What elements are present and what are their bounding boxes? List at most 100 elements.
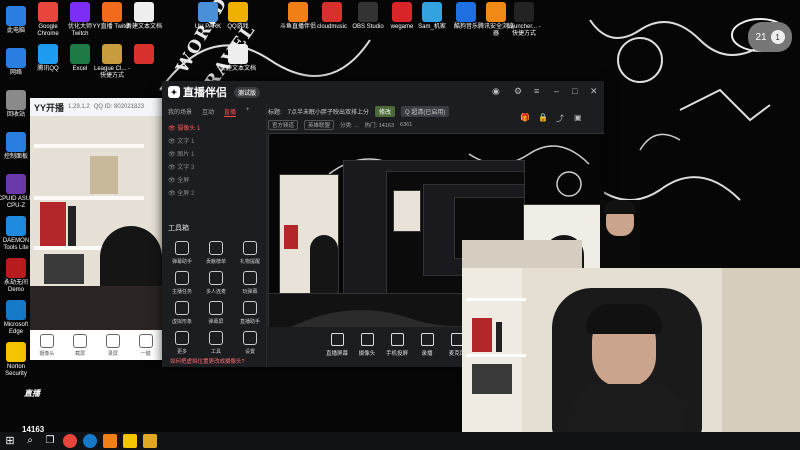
wegame-icon	[392, 2, 412, 22]
yy-button-3[interactable]: 一键	[138, 333, 153, 357]
window-icon[interactable]: ▣	[574, 113, 582, 122]
task-view-icon[interactable]: ❐	[43, 434, 57, 448]
avatar-icon[interactable]: ◉	[492, 86, 500, 97]
eye-icon[interactable]: 👁	[168, 178, 177, 184]
scene-source-0[interactable]: 👁 摄像头 1	[168, 123, 200, 132]
minimize-icon[interactable]: –	[554, 86, 559, 96]
quality-status[interactable]: Q 超清(已启用)	[401, 105, 450, 117]
studio-tab-0[interactable]: 我的场景	[168, 107, 192, 117]
lock-icon[interactable]: 🔒	[538, 113, 548, 122]
daemon-tools-icon	[6, 216, 26, 236]
scene-source-2[interactable]: 👁 图片 1	[168, 149, 194, 158]
source-name: 摄像头 1	[177, 126, 201, 132]
edge-taskbar-icon[interactable]	[83, 434, 97, 448]
control-icon	[390, 333, 404, 346]
yy-broadcast-window[interactable]: YY开播 1.29.1.2 QQ ID: 802021823 摄像头 截屏 录屏 一键	[30, 98, 162, 360]
control-1[interactable]: 摄像头	[354, 333, 380, 357]
desktop-top-icon-3[interactable]: 新建文本文档	[124, 2, 164, 31]
control-3[interactable]: 录播	[414, 333, 440, 357]
game-icon	[6, 258, 26, 278]
yy-button-0[interactable]: 摄像头	[39, 333, 54, 357]
eye-icon[interactable]: 👁	[168, 191, 177, 197]
tool-6[interactable]: 虚拟形象	[168, 301, 196, 325]
stream-meta-row: 官方频道 英雄联盟 分类: ... 热门: 14163 6361	[268, 119, 604, 130]
desktop-top-icon-13[interactable]: Launcher... - 快捷方式	[504, 2, 544, 38]
control-0[interactable]: 直播屏幕	[324, 333, 350, 357]
help-notice[interactable]: 如何把虚拟位置更改成摄像头?	[170, 357, 245, 365]
studio-logo-icon: ✦	[168, 86, 180, 98]
start-icon[interactable]: ⊞	[3, 434, 17, 448]
preview-yy-window	[279, 174, 339, 294]
clock-widget[interactable]: 21 1	[748, 22, 792, 52]
desktop-row2-icon-3[interactable]	[124, 44, 164, 66]
tool-9[interactable]: 更多	[168, 331, 196, 355]
launcher-icon	[514, 2, 534, 22]
recycle-bin-icon	[6, 90, 26, 110]
tool-11[interactable]: 设置	[236, 331, 264, 355]
streamer-shirt	[572, 384, 682, 432]
maximize-icon[interactable]: □	[572, 86, 577, 96]
source-name: 文字 3	[177, 165, 195, 171]
yy-button-label: 一键	[140, 350, 151, 357]
yy-button-1[interactable]: 截屏	[73, 333, 88, 357]
share-icon[interactable]: ⤴	[556, 113, 564, 124]
tool-0[interactable]: 弹幕助手	[168, 241, 196, 265]
yy-button-icon	[105, 333, 120, 348]
eye-icon[interactable]: 👁	[168, 126, 177, 132]
control-label: 录播	[421, 351, 433, 357]
scene-source-4[interactable]: 👁 全屏	[168, 175, 189, 184]
tool-10[interactable]: 工具	[202, 331, 230, 355]
tool-2[interactable]: 礼物提醒	[236, 241, 264, 265]
studio-tab-3[interactable]: +	[246, 107, 250, 117]
yy-titlebar[interactable]: YY开播 1.29.1.2 QQ ID: 802021823	[30, 98, 162, 117]
tool-4[interactable]: 多人连麦	[202, 271, 230, 295]
scene-source-1[interactable]: 👁 文字 1	[168, 136, 194, 145]
scene-source-3[interactable]: 👁 文字 3	[168, 162, 194, 171]
gift-icon[interactable]: 🎁	[520, 113, 530, 122]
scene-source-5[interactable]: 👁 全屏 2	[168, 188, 194, 197]
desktop-row2-icon-4[interactable]: 新建文本文档	[218, 44, 258, 73]
settings-icon[interactable]: ⚙	[514, 86, 522, 97]
menu-icon[interactable]: ≡	[534, 86, 539, 96]
tool-icon	[175, 301, 189, 315]
control-label: 摄像头	[358, 351, 376, 357]
desktop-icon-label: League Cl... - 快捷方式	[93, 66, 131, 79]
browser-icon	[486, 2, 506, 22]
meta-item-3: 热门: 14163	[364, 122, 395, 129]
studio-tab-2[interactable]: 直播	[224, 107, 237, 117]
tool-1[interactable]: 贡献榜单	[202, 241, 230, 265]
desktop-top-icon-5[interactable]: QQ游戏	[218, 2, 258, 31]
tool-label: 工具	[210, 349, 221, 355]
control-2[interactable]: 手机投屏	[384, 333, 410, 357]
tool-5[interactable]: 玩弹幕	[236, 271, 264, 295]
tool-3[interactable]: 主播任务	[168, 271, 196, 295]
desktop-icon-label: Norton Security	[5, 364, 27, 377]
tool-label: 虚拟形象	[171, 319, 192, 325]
eye-icon[interactable]: 👁	[168, 152, 177, 158]
desktop-top-icon-7[interactable]: cloudmusic	[312, 2, 352, 31]
stream-info-bar: 标题: 7点半未眠小胖子映出双排上分 修改 Q 超清(已启用)	[268, 104, 604, 118]
eye-icon[interactable]: 👁	[168, 165, 177, 171]
meta-item-0[interactable]: 官方频道	[268, 119, 299, 130]
meta-item-1[interactable]: 英雄联盟	[304, 119, 335, 130]
tool-8[interactable]: 直播助手	[236, 301, 264, 325]
yy-button-2[interactable]: 录屏	[105, 333, 120, 357]
tool-label: 设置	[244, 349, 255, 355]
explorer-taskbar-icon[interactable]	[143, 434, 157, 448]
chrome-taskbar-icon[interactable]	[63, 434, 77, 448]
eye-icon[interactable]: 👁	[168, 139, 177, 145]
stream-title: 7点半未眠小胖子映出双排上分	[287, 109, 370, 116]
yy-taskbar-icon[interactable]	[123, 434, 137, 448]
tool-icon	[209, 301, 223, 315]
studio-sidebar: 我的场景 互动 直播 + 👁 摄像头 1 👁 文字 1 👁 图片 1 👁 文字 3 👁 全屏 👁…	[162, 103, 267, 367]
search-icon[interactable]: ⌕	[23, 434, 37, 448]
tool-icon	[243, 241, 257, 255]
yy-action-bar: 摄像头 截屏 录屏 一键	[30, 330, 162, 360]
studio-tab-1[interactable]: 互动	[202, 107, 214, 117]
studio-taskbar-icon[interactable]	[103, 434, 117, 448]
close-icon[interactable]: ✕	[590, 86, 598, 97]
studio-app-name: 直播伴侣	[183, 87, 227, 99]
tool-7[interactable]: 弹幕屏	[202, 301, 230, 325]
edit-title-button[interactable]: 修改	[375, 105, 396, 117]
clock-hour: 21	[755, 31, 767, 43]
